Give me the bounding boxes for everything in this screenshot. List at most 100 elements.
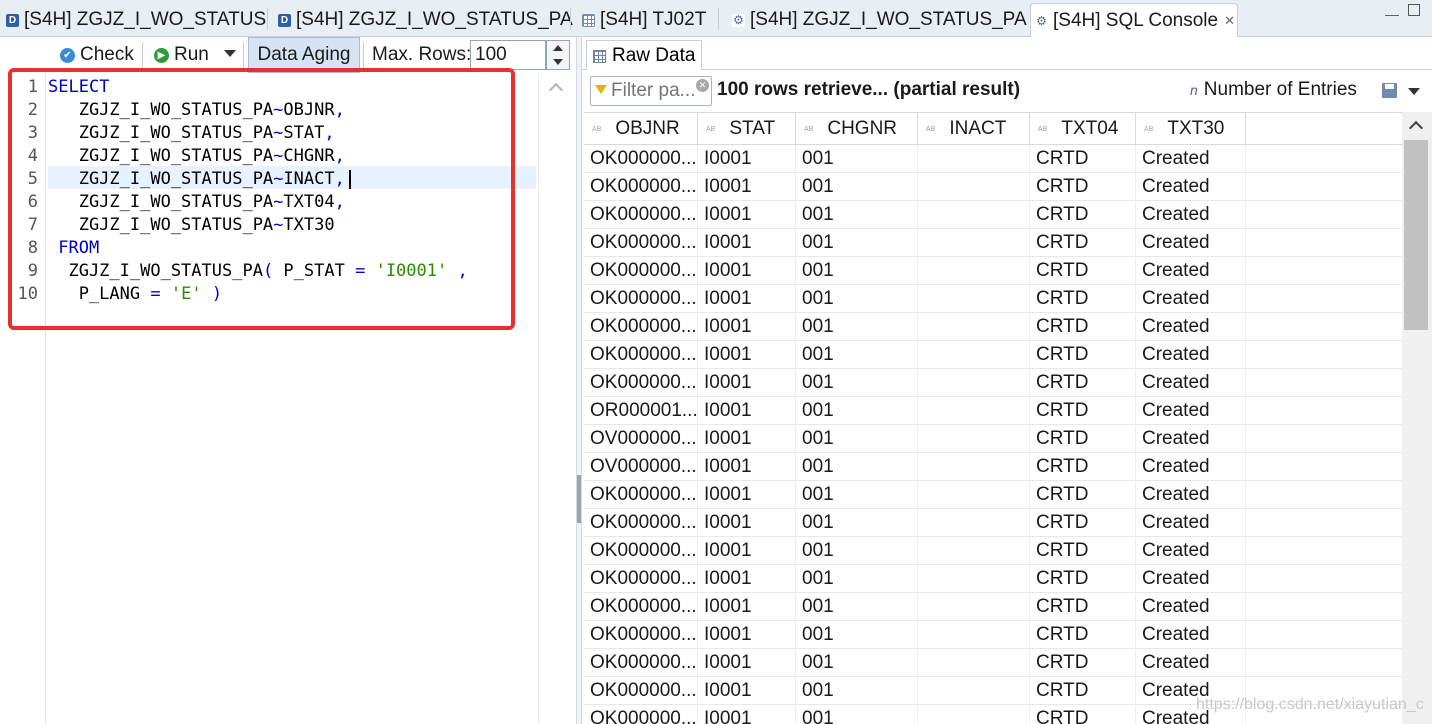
table-cell[interactable]: 001 — [796, 509, 918, 537]
scroll-up-icon[interactable] — [548, 82, 564, 98]
data-aging-toggle[interactable]: Data Aging — [248, 37, 360, 73]
table-cell[interactable]: 001 — [796, 425, 918, 453]
table-row[interactable]: OK000000... I0001 001 CRTD Created — [584, 145, 1402, 173]
table-cell[interactable]: CRTD — [1030, 369, 1136, 397]
table-cell[interactable]: OK000000... — [584, 565, 698, 593]
code-line[interactable]: ZGJZ_I_WO_STATUS_PA( P_STAT = 'I0001' , — [48, 261, 467, 281]
table-cell[interactable]: CRTD — [1030, 509, 1136, 537]
table-cell[interactable]: Created — [1136, 257, 1246, 285]
table-cell[interactable]: Created — [1136, 537, 1246, 565]
table-cell[interactable]: Created — [1136, 509, 1246, 537]
table-cell[interactable]: Created — [1136, 341, 1246, 369]
table-cell[interactable]: CRTD — [1030, 173, 1136, 201]
spin-down-icon[interactable] — [553, 59, 563, 65]
table-cell[interactable]: CRTD — [1030, 537, 1136, 565]
table-cell[interactable]: I0001 — [698, 173, 796, 201]
sql-editor[interactable]: 1 2 3 4 5 6 7 8 9 10 SELECT ZGJZ_I_WO_ST… — [0, 73, 576, 724]
table-cell[interactable]: OK000000... — [584, 705, 698, 724]
table-cell[interactable]: Created — [1136, 425, 1246, 453]
table-cell[interactable]: I0001 — [698, 481, 796, 509]
table-cell[interactable]: CRTD — [1030, 341, 1136, 369]
table-row[interactable]: OK000000... I0001 001 CRTD Created — [584, 341, 1402, 369]
table-cell[interactable]: OK000000... — [584, 257, 698, 285]
table-cell[interactable]: OR000001... — [584, 397, 698, 425]
table-cell[interactable] — [918, 453, 1030, 481]
tab-tj02t[interactable]: [S4H] TJ02T — [578, 3, 706, 37]
table-cell[interactable]: I0001 — [698, 145, 796, 173]
table-cell[interactable]: 001 — [796, 481, 918, 509]
max-rows-spinner[interactable] — [546, 40, 570, 70]
table-cell[interactable]: 001 — [796, 453, 918, 481]
table-cell[interactable]: I0001 — [698, 229, 796, 257]
minimize-icon[interactable]: — — [1385, 6, 1399, 22]
tab-zgjz-i-wo-status[interactable]: D [S4H] ZGJZ_I_WO_STATUS — [2, 3, 266, 37]
table-cell[interactable]: OK000000... — [584, 621, 698, 649]
table-cell[interactable]: CRTD — [1030, 229, 1136, 257]
table-row[interactable]: OK000000... I0001 001 CRTD Created — [584, 369, 1402, 397]
table-cell[interactable] — [918, 705, 1030, 724]
table-cell[interactable]: I0001 — [698, 705, 796, 724]
filter-input[interactable] — [590, 76, 712, 106]
table-cell[interactable]: 001 — [796, 341, 918, 369]
table-cell[interactable]: OK000000... — [584, 537, 698, 565]
save-icon[interactable] — [1382, 83, 1397, 98]
table-cell[interactable]: Created — [1136, 565, 1246, 593]
table-cell[interactable] — [918, 397, 1030, 425]
table-cell[interactable] — [918, 201, 1030, 229]
table-cell[interactable]: OK000000... — [584, 201, 698, 229]
table-row[interactable]: OV000000... I0001 001 CRTD Created — [584, 453, 1402, 481]
table-cell[interactable]: I0001 — [698, 565, 796, 593]
table-cell[interactable]: OK000000... — [584, 229, 698, 257]
table-cell[interactable]: Created — [1136, 173, 1246, 201]
table-cell[interactable]: I0001 — [698, 425, 796, 453]
table-cell[interactable]: I0001 — [698, 257, 796, 285]
table-row[interactable]: OV000000... I0001 001 CRTD Created — [584, 425, 1402, 453]
table-cell[interactable] — [918, 621, 1030, 649]
table-cell[interactable]: 001 — [796, 705, 918, 724]
table-cell[interactable]: I0001 — [698, 537, 796, 565]
table-cell[interactable] — [918, 229, 1030, 257]
table-cell[interactable] — [918, 649, 1030, 677]
table-row[interactable]: OK000000... I0001 001 CRTD Created — [584, 621, 1402, 649]
table-cell[interactable] — [918, 677, 1030, 705]
table-cell[interactable]: 001 — [796, 145, 918, 173]
code-line[interactable]: ZGJZ_I_WO_STATUS_PA~INACT, — [48, 169, 351, 189]
table-cell[interactable]: CRTD — [1030, 705, 1136, 724]
table-cell[interactable]: 001 — [796, 593, 918, 621]
table-cell[interactable]: OK000000... — [584, 677, 698, 705]
table-cell[interactable]: OK000000... — [584, 509, 698, 537]
table-cell[interactable]: CRTD — [1030, 257, 1136, 285]
table-cell[interactable]: OK000000... — [584, 313, 698, 341]
table-cell[interactable]: Created — [1136, 453, 1246, 481]
table-cell[interactable] — [918, 313, 1030, 341]
table-cell[interactable]: OK000000... — [584, 173, 698, 201]
column-header[interactable]: AB STAT — [698, 113, 796, 145]
table-cell[interactable] — [918, 565, 1030, 593]
table-cell[interactable]: 001 — [796, 369, 918, 397]
table-cell[interactable]: CRTD — [1030, 425, 1136, 453]
table-row[interactable]: OK000000... I0001 001 CRTD Created — [584, 201, 1402, 229]
table-cell[interactable] — [918, 285, 1030, 313]
view-menu-icon[interactable] — [1408, 88, 1420, 95]
table-cell[interactable]: I0001 — [698, 341, 796, 369]
run-button[interactable]: ▶ Run — [150, 40, 213, 70]
scroll-thumb[interactable] — [1404, 140, 1428, 330]
splitter-grip[interactable] — [577, 475, 581, 523]
table-cell[interactable] — [918, 425, 1030, 453]
table-cell[interactable]: 001 — [796, 173, 918, 201]
code-line[interactable]: SELECT — [48, 77, 109, 97]
table-cell[interactable]: CRTD — [1030, 565, 1136, 593]
table-cell[interactable]: CRTD — [1030, 593, 1136, 621]
table-cell[interactable]: 001 — [796, 313, 918, 341]
table-row[interactable]: OK000000... I0001 001 CRTD Created — [584, 313, 1402, 341]
table-cell[interactable] — [918, 509, 1030, 537]
table-row[interactable]: OR000001... I0001 001 CRTD Created — [584, 397, 1402, 425]
code-line[interactable]: ZGJZ_I_WO_STATUS_PA~TXT30 — [48, 215, 335, 235]
table-cell[interactable]: CRTD — [1030, 453, 1136, 481]
table-cell[interactable] — [918, 537, 1030, 565]
table-cell[interactable]: I0001 — [698, 509, 796, 537]
table-cell[interactable]: Created — [1136, 313, 1246, 341]
number-of-entries-button[interactable]: n Number of Entries — [1190, 79, 1357, 101]
table-cell[interactable]: 001 — [796, 201, 918, 229]
table-cell[interactable]: OK000000... — [584, 369, 698, 397]
